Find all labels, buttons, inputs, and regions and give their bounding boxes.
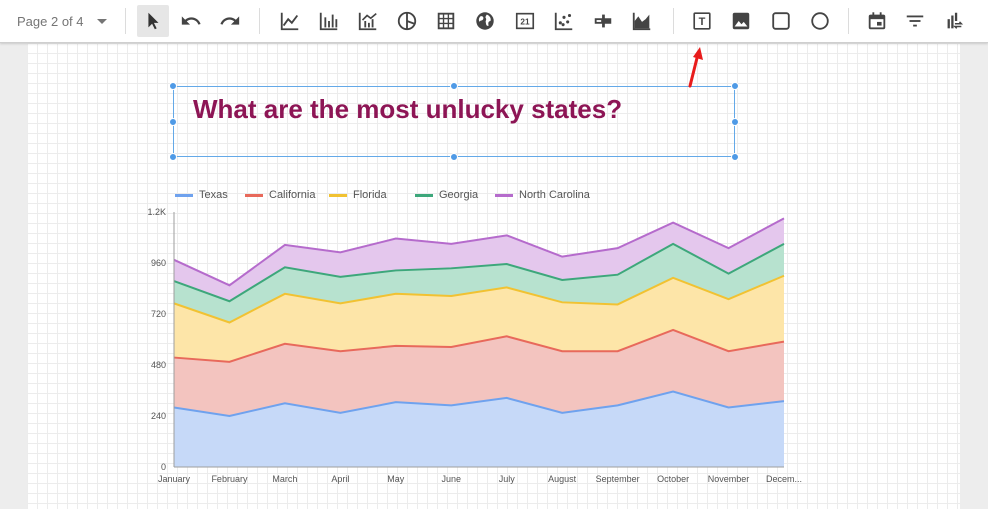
toolbar-divider — [125, 8, 126, 34]
select-icon — [148, 12, 159, 30]
chevron-down-icon — [96, 18, 107, 24]
bar-chart-icon — [319, 12, 338, 31]
toolbar-divider — [259, 8, 260, 34]
undo-button[interactable] — [175, 5, 207, 37]
legend-swatch — [495, 194, 513, 197]
data-control-icon — [947, 12, 964, 29]
geo-map-button[interactable] — [469, 5, 501, 37]
area-chart-icon — [632, 12, 651, 31]
date-range-button[interactable] — [861, 5, 893, 37]
scatter-chart-icon — [554, 12, 573, 31]
legend-label: Georgia — [439, 189, 479, 201]
title-text-box[interactable]: What are the most unlucky states? — [173, 86, 735, 157]
scorecard-icon: 21 — [515, 12, 535, 30]
legend-label: North Carolina — [519, 189, 591, 201]
legend-swatch — [415, 194, 433, 197]
x-tick-label: August — [548, 474, 577, 484]
page-indicator: Page 2 of 4 — [17, 13, 84, 29]
resize-handle-top-right[interactable] — [731, 82, 739, 90]
x-tick-label: Decem... — [766, 474, 802, 484]
legend-label: California — [269, 189, 316, 201]
image-button[interactable] — [725, 5, 757, 37]
x-tick-label: July — [499, 474, 516, 484]
line-chart-icon — [280, 12, 299, 31]
combo-chart-icon — [358, 12, 377, 31]
legend-swatch — [175, 194, 193, 197]
filter-control-button[interactable] — [899, 5, 931, 37]
resize-handle-top-left[interactable] — [169, 82, 177, 90]
svg-text:T: T — [699, 16, 706, 28]
pie-chart-button[interactable] — [391, 5, 423, 37]
x-tick-label: April — [331, 474, 349, 484]
toolbar-divider — [673, 8, 674, 34]
stacked-area-chart[interactable]: Texas California Florida Georgia North Carol… — [140, 180, 810, 490]
x-tick-label: January — [158, 474, 191, 484]
select-button[interactable] — [137, 5, 169, 37]
circle-icon — [811, 12, 829, 30]
y-tick-label: 1.2K — [147, 207, 166, 217]
resize-handle-bottom-left[interactable] — [169, 153, 177, 161]
rectangle-icon — [772, 12, 790, 30]
circle-button[interactable] — [804, 5, 836, 37]
y-tick-label: 0 — [161, 462, 166, 472]
x-tick-label: March — [272, 474, 297, 484]
x-tick-label: October — [657, 474, 689, 484]
scorecard-button[interactable]: 21 — [509, 5, 541, 37]
redo-icon — [220, 16, 240, 25]
geo-map-icon — [476, 12, 494, 30]
page-selector[interactable]: Page 2 of 4 — [0, 0, 118, 42]
text-icon: T — [693, 12, 711, 30]
scatter-chart-button[interactable] — [548, 5, 580, 37]
undo-icon — [181, 16, 201, 25]
bar-chart-button[interactable] — [313, 5, 345, 37]
bullet-chart-button[interactable] — [587, 5, 619, 37]
combo-chart-button[interactable] — [352, 5, 384, 37]
resize-handle-bottom[interactable] — [450, 153, 458, 161]
x-tick-label: May — [387, 474, 405, 484]
resize-handle-right[interactable] — [731, 118, 739, 126]
x-tick-label: September — [596, 474, 640, 484]
pie-chart-icon — [397, 11, 417, 31]
rectangle-button[interactable] — [765, 5, 797, 37]
date-range-icon — [868, 12, 886, 30]
annotation-arrow — [688, 47, 703, 88]
table-button[interactable] — [430, 5, 462, 37]
image-icon — [732, 12, 750, 30]
bullet-chart-icon — [594, 14, 612, 28]
canvas-right-gutter — [960, 43, 988, 509]
x-tick-label: June — [442, 474, 462, 484]
svg-text:21: 21 — [520, 18, 530, 27]
report-title[interactable]: What are the most unlucky states? — [193, 94, 622, 125]
legend-label: Florida — [353, 189, 388, 201]
y-tick-label: 240 — [151, 411, 166, 421]
legend-swatch — [329, 194, 347, 197]
toolbar-divider — [848, 8, 849, 34]
data-control-button[interactable] — [938, 5, 970, 37]
resize-handle-left[interactable] — [169, 118, 177, 126]
redo-button[interactable] — [214, 5, 246, 37]
x-tick-label: February — [211, 474, 248, 484]
table-icon — [437, 12, 455, 30]
text-button[interactable]: T — [686, 5, 718, 37]
canvas-left-gutter — [0, 43, 27, 509]
y-tick-label: 960 — [151, 258, 166, 268]
legend-label: Texas — [199, 189, 228, 201]
time-series-button[interactable] — [274, 5, 306, 37]
y-tick-label: 480 — [151, 360, 166, 370]
filter-control-icon — [906, 15, 924, 27]
legend-swatch — [245, 194, 263, 197]
y-tick-label: 720 — [151, 309, 166, 319]
area-chart-button[interactable] — [626, 5, 658, 37]
resize-handle-bottom-right[interactable] — [731, 153, 739, 161]
resize-handle-top[interactable] — [450, 82, 458, 90]
x-tick-label: November — [708, 474, 750, 484]
toolbar: Page 2 of 4 21 T — [0, 0, 988, 43]
